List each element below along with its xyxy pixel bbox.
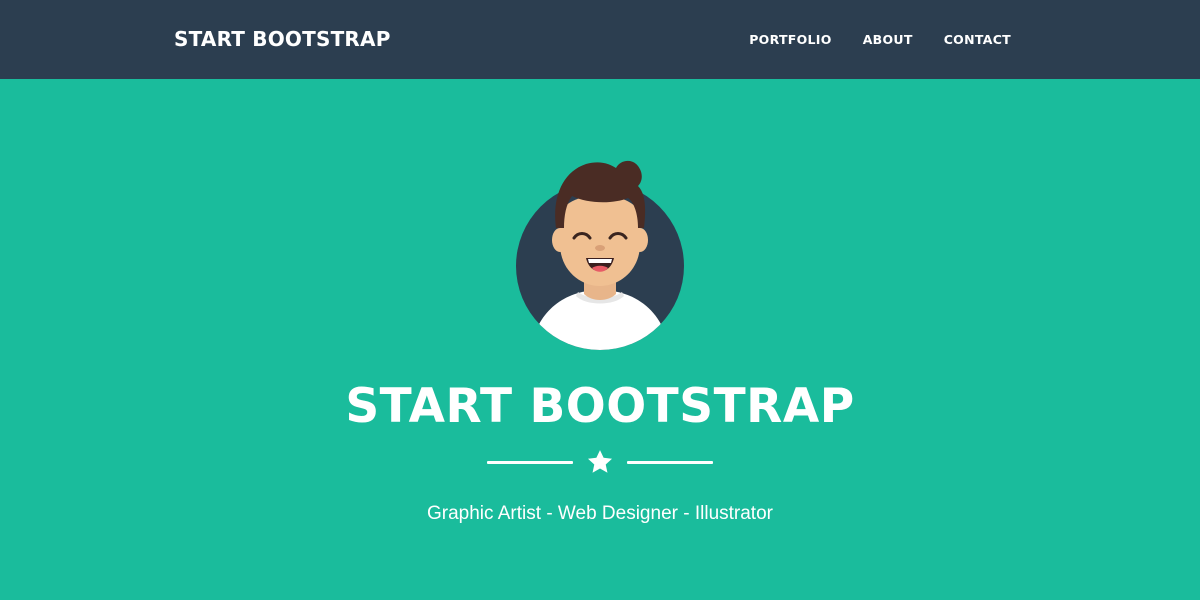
nav-link-about[interactable]: ABOUT [863, 32, 913, 47]
divider-line-right [627, 461, 713, 464]
nav-link-portfolio[interactable]: PORTFOLIO [749, 32, 832, 47]
navbar-brand[interactable]: START BOOTSTRAP [174, 27, 391, 51]
avatar-illustration [516, 160, 684, 350]
nav-links: PORTFOLIO ABOUT CONTACT [749, 32, 1011, 47]
avatar [516, 158, 684, 350]
nav-link-contact[interactable]: CONTACT [944, 32, 1011, 47]
navbar: START BOOTSTRAP PORTFOLIO ABOUT CONTACT [0, 0, 1200, 79]
masthead-title: START BOOTSTRAP [345, 379, 855, 434]
divider [487, 448, 713, 478]
star-icon [587, 450, 613, 473]
divider-line-left [487, 461, 573, 464]
masthead-subtitle: Graphic Artist - Web Designer - Illustra… [427, 503, 773, 524]
